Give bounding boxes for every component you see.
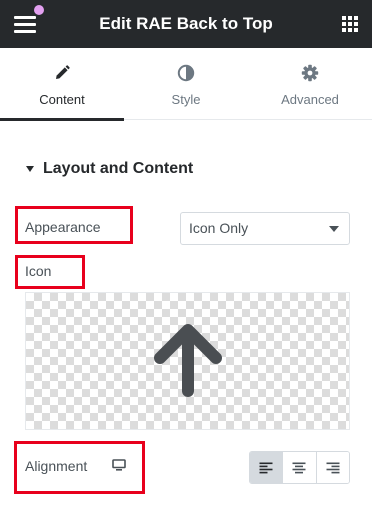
panel-tabs: Content Style Advanced (0, 48, 372, 121)
desktop-icon[interactable] (112, 459, 126, 471)
pencil-icon (53, 64, 71, 82)
appearance-select-value: Icon Only (189, 220, 249, 236)
tab-style-label: Style (171, 92, 201, 107)
caret-down-icon (26, 166, 34, 172)
appearance-select[interactable]: Icon Only (180, 212, 350, 245)
icon-label: Icon (25, 263, 52, 279)
align-right-icon (326, 462, 340, 473)
chevron-down-icon (329, 226, 339, 232)
alignment-label: Alignment (25, 458, 88, 474)
panel-title: Edit RAE Back to Top (99, 14, 273, 33)
alignment-choices (249, 451, 350, 484)
appearance-label: Appearance (25, 219, 101, 235)
arrow-up-icon (154, 324, 222, 397)
hamburger-menu-icon[interactable] (14, 15, 36, 33)
align-left-icon (259, 462, 273, 473)
tab-content[interactable]: Content (0, 48, 124, 121)
icon-picker-preview[interactable] (25, 292, 350, 430)
tab-content-label: Content (39, 92, 85, 107)
gear-icon (301, 64, 319, 82)
notification-dot (34, 5, 44, 15)
tab-advanced-label: Advanced (281, 92, 339, 107)
grid-icon[interactable] (340, 14, 360, 34)
align-center-icon (292, 462, 306, 473)
align-left-button[interactable] (250, 452, 283, 483)
section-title: Layout and Content (43, 160, 194, 177)
align-right-button[interactable] (315, 452, 349, 483)
editor-header: Edit RAE Back to Top (0, 0, 372, 48)
tab-advanced[interactable]: Advanced (248, 48, 372, 120)
section-toggle[interactable]: Layout and Content (26, 159, 193, 179)
tab-style[interactable]: Style (124, 48, 248, 120)
half-circle-icon (177, 64, 195, 82)
controls-panel: Layout and Content Appearance Icon Only … (0, 121, 372, 522)
align-center-button[interactable] (282, 452, 316, 483)
